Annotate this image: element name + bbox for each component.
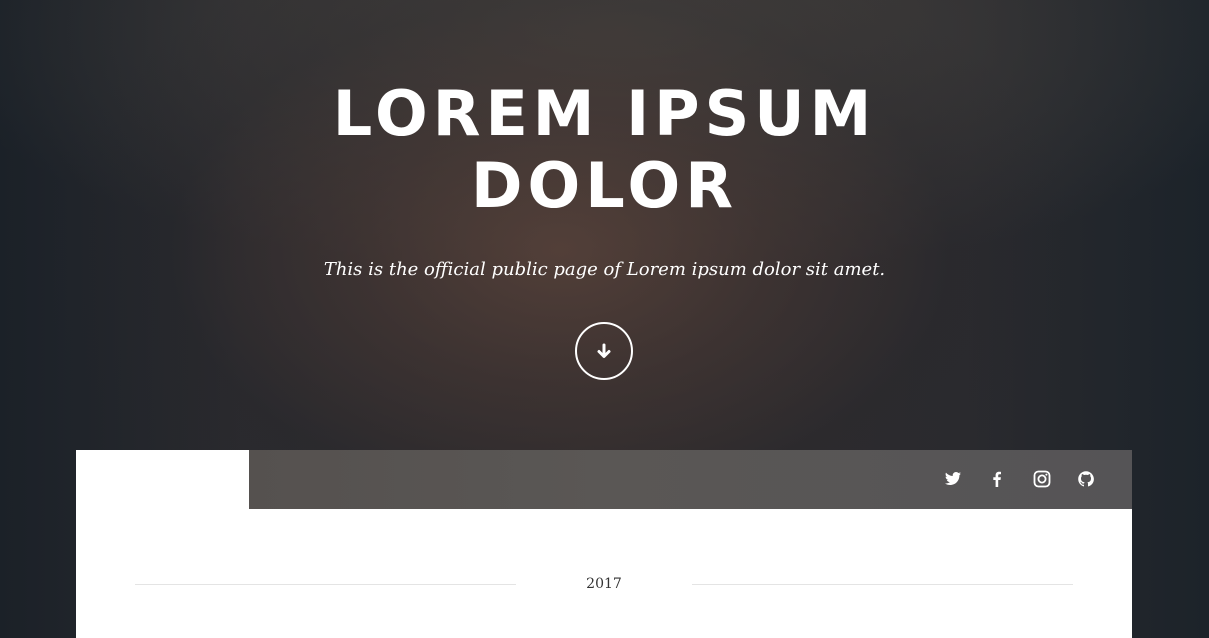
year-label: 2017: [586, 576, 622, 592]
facebook-icon[interactable]: [986, 468, 1008, 490]
year-divider-right: [692, 584, 1073, 585]
page-title-line-2: DOLOR: [471, 149, 738, 222]
page-title: LOREM IPSUM DOLOR: [0, 78, 1209, 222]
scroll-down-button[interactable]: [575, 322, 633, 380]
content-panel: 2017: [76, 450, 1132, 638]
year-divider-left: [135, 584, 516, 585]
page-subtitle: This is the official public page of Lore…: [323, 259, 886, 280]
social-bar: [249, 450, 1132, 509]
github-icon[interactable]: [1075, 468, 1097, 490]
instagram-icon[interactable]: [1031, 468, 1053, 490]
twitter-icon[interactable]: [942, 468, 964, 490]
arrow-down-icon: [597, 343, 611, 358]
page-title-line-1: LOREM IPSUM: [332, 77, 877, 150]
